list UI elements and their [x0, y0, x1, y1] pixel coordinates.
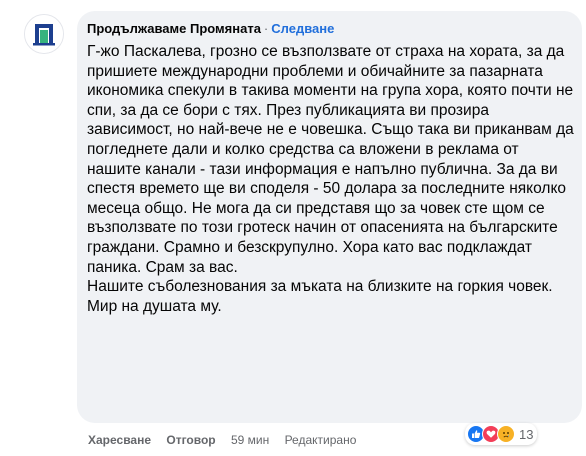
reply-button[interactable]: Отговор [166, 433, 215, 447]
reaction-count: 13 [519, 426, 534, 442]
comment-header: Продължаваме Промяната · Следване [87, 21, 334, 37]
comment-actions: Харесване Отговор 59 мин Редактирано [88, 432, 368, 448]
edited-label: Редактирано [284, 433, 357, 447]
comment-paragraph: Нашите съболезнования за мъката на близк… [87, 278, 553, 315]
comment-body: Г-жо Паскалева, грозно се възползвате от… [87, 42, 575, 316]
sad-icon [497, 425, 515, 443]
comment: Продължаваме Промяната · Следване Г-жо Пас… [0, 0, 586, 456]
party-logo-icon [25, 15, 63, 53]
comment-timestamp[interactable]: 59 мин [231, 433, 269, 447]
comment-bubble: Продължаваме Промяната · Следване Г-жо Пас… [77, 11, 582, 423]
follow-link[interactable]: Следване [271, 21, 334, 36]
avatar[interactable] [24, 14, 64, 54]
separator-dot: · [263, 21, 269, 36]
author-name[interactable]: Продължаваме Промяната [87, 21, 261, 36]
like-button[interactable]: Харесване [88, 433, 151, 447]
reactions-summary[interactable]: 13 [465, 423, 538, 445]
comment-paragraph: Г-жо Паскалева, грозно се възползвате от… [87, 43, 574, 276]
